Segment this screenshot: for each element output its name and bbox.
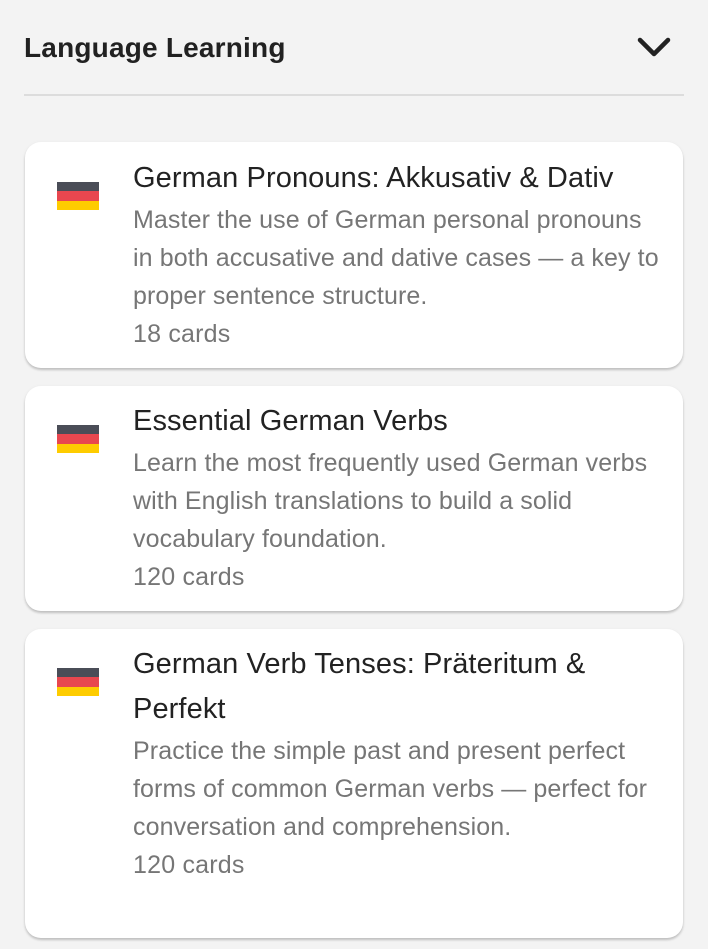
flag-stripe-gold — [57, 686, 99, 696]
deck-card[interactable]: Essential German Verbs Learn the most fr… — [25, 386, 683, 611]
german-flag-icon — [57, 668, 99, 696]
deck-card[interactable]: German Verb Tenses: Präteritum & Perfekt… — [25, 629, 683, 938]
german-flag-icon — [57, 425, 99, 453]
section-header[interactable]: Language Learning — [24, 0, 684, 96]
deck-card[interactable]: German Pronouns: Akkusativ & Dativ Maste… — [25, 142, 683, 368]
deck-title: German Verb Tenses: Präteritum & Perfekt — [133, 648, 586, 725]
german-flag-icon — [57, 182, 99, 210]
flag-stripe-black — [57, 668, 99, 678]
deck-description: Practice the simple past and present per… — [133, 737, 648, 841]
section-title: Language Learning — [24, 32, 286, 63]
deck-title: German Pronouns: Akkusativ & Dativ — [133, 162, 614, 194]
deck-card-text: German Verb Tenses: Präteritum & Perfekt… — [133, 642, 667, 884]
deck-card-count: 120 cards — [133, 563, 245, 591]
flag-stripe-red — [57, 677, 99, 687]
deck-card-count: 18 cards — [133, 320, 231, 348]
deck-card-count: 120 cards — [133, 851, 245, 879]
deck-title: Essential German Verbs — [133, 405, 448, 437]
flag-stripe-black — [57, 182, 99, 192]
flag-stripe-black — [57, 425, 99, 435]
deck-section: Language Learning German Pronouns: Akkus… — [0, 0, 708, 949]
deck-card-text: German Pronouns: Akkusativ & Dativ Maste… — [133, 156, 667, 353]
flag-stripe-red — [57, 434, 99, 444]
flag-stripe-gold — [57, 200, 99, 210]
deck-card-text: Essential German Verbs Learn the most fr… — [133, 399, 667, 596]
chevron-down-icon[interactable] — [634, 27, 674, 67]
flag-stripe-red — [57, 191, 99, 201]
flag-stripe-gold — [57, 443, 99, 453]
deck-description: Learn the most frequently used German ve… — [133, 449, 648, 553]
deck-description: Master the use of German personal pronou… — [133, 206, 659, 310]
